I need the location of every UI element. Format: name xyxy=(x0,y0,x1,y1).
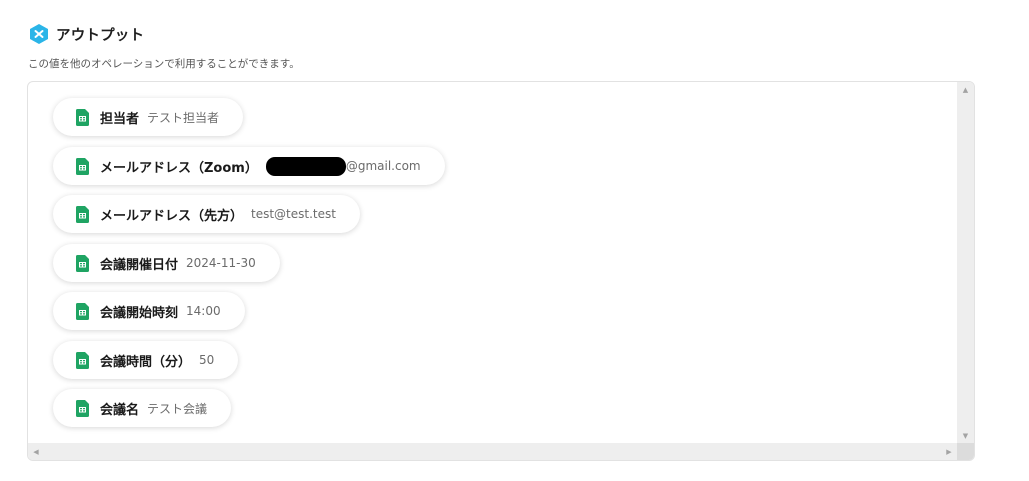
output-chip[interactable]: メールアドレス（先方） test@test.test xyxy=(53,195,360,233)
output-value: 14:00 xyxy=(186,304,221,318)
yoom-logo-icon xyxy=(30,24,48,44)
output-chip[interactable]: メールアドレス（Zoom） @gmail.com xyxy=(53,147,445,185)
output-label: メールアドレス（Zoom） xyxy=(100,160,258,176)
scroll-up-icon[interactable]: ▲ xyxy=(957,82,974,98)
section-title: アウトプット xyxy=(56,27,145,44)
output-label: 会議時間（分） xyxy=(100,354,192,370)
scroll-right-icon[interactable]: ▶ xyxy=(941,443,957,460)
google-sheets-icon xyxy=(76,157,89,175)
output-label: 会議開催日付 xyxy=(100,257,179,273)
output-value: @gmail.com xyxy=(345,159,421,173)
vertical-scrollbar[interactable]: ▲ ▼ xyxy=(957,82,974,444)
output-chip[interactable]: 会議開催日付 2024-11-30 xyxy=(53,244,280,282)
output-chip[interactable]: 会議開始時刻 14:00 xyxy=(53,292,245,330)
google-sheets-icon xyxy=(76,108,89,126)
redaction-bar xyxy=(265,156,346,176)
output-label: 会議開始時刻 xyxy=(100,305,179,321)
output-header: アウトプット xyxy=(29,23,144,45)
google-sheets-icon xyxy=(76,399,89,417)
output-chip[interactable]: 担当者 テスト担当者 xyxy=(53,98,244,136)
output-label: 会議名 xyxy=(100,402,140,418)
google-sheets-icon xyxy=(76,254,89,272)
scrollbar-corner xyxy=(957,443,974,460)
google-sheets-icon xyxy=(76,205,89,223)
output-value: テスト会議 xyxy=(147,401,208,416)
google-sheets-icon xyxy=(76,302,89,320)
output-value: 2024-11-30 xyxy=(186,256,256,270)
output-value: test@test.test xyxy=(251,207,336,221)
output-value: テスト担当者 xyxy=(147,110,220,125)
output-chip[interactable]: 会議名 テスト会議 xyxy=(53,389,232,427)
output-panel: 担当者 テスト担当者 メールアドレス（Zoom） @gmail.com メールア… xyxy=(27,81,975,461)
horizontal-scrollbar[interactable]: ◀ ▶ xyxy=(28,443,957,460)
output-label: メールアドレス（先方） xyxy=(100,208,244,224)
scroll-left-icon[interactable]: ◀ xyxy=(28,443,44,460)
google-sheets-icon xyxy=(76,351,89,369)
section-description: この値を他のオペレーションで利用することができます。 xyxy=(28,58,300,70)
output-value: 50 xyxy=(199,353,215,367)
output-label: 担当者 xyxy=(100,111,140,127)
output-chip[interactable]: 会議時間（分） 50 xyxy=(53,341,239,379)
scroll-down-icon[interactable]: ▼ xyxy=(957,428,974,444)
